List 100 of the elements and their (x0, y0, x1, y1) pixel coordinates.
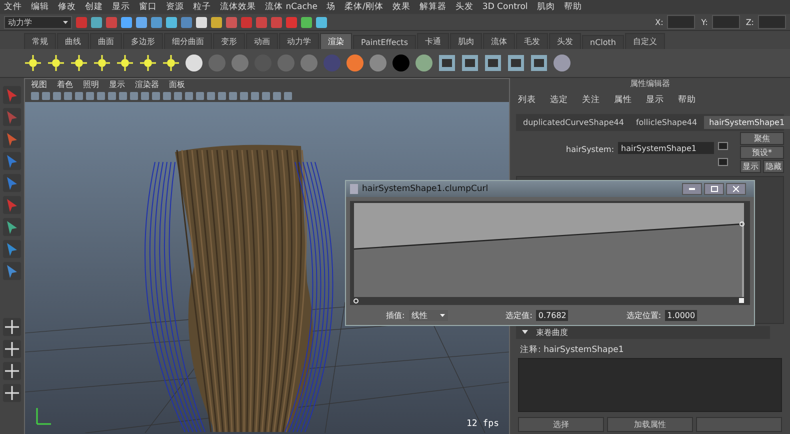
shelf-tab[interactable]: 动画 (246, 33, 278, 49)
tool-icon[interactable] (3, 218, 21, 236)
shelf-tab[interactable]: 卡通 (417, 33, 449, 49)
menu-item[interactable]: 粒子 (193, 1, 211, 13)
toolbar-tool-icon[interactable] (196, 16, 207, 28)
position-field[interactable]: 1.0000 (665, 310, 698, 320)
light-icon[interactable] (24, 54, 42, 72)
close-button[interactable] (726, 183, 746, 195)
coord-field[interactable] (758, 15, 786, 29)
light-icon[interactable] (70, 54, 88, 72)
tool-icon[interactable] (3, 196, 21, 214)
menu-item[interactable]: 解算器 (419, 1, 446, 13)
bottom-button[interactable] (696, 417, 782, 432)
menu-item[interactable]: 流体 nCache (265, 1, 318, 13)
tool-icon[interactable] (3, 108, 21, 126)
shelf-tab[interactable]: PaintEffects (353, 35, 416, 49)
menu-item[interactable]: 显示 (646, 94, 664, 106)
menu-item[interactable]: 帮助 (564, 1, 582, 13)
value-field[interactable]: 0.7682 (536, 310, 568, 320)
menu-item[interactable]: 柔体/刚体 (344, 1, 384, 13)
panel-menu-item[interactable]: 照明 (83, 79, 99, 90)
render-icon[interactable] (507, 54, 525, 72)
light-icon[interactable] (93, 54, 111, 72)
toolbar-tool-icon[interactable] (211, 16, 222, 28)
layout-icon[interactable] (3, 340, 21, 358)
sphere-icon[interactable] (553, 54, 571, 72)
light-icon[interactable] (162, 54, 180, 72)
bottom-button[interactable]: 加载属性 (607, 417, 693, 432)
shelf-tab[interactable]: 细分曲面 (164, 33, 212, 49)
menu-item[interactable]: 流体效果 (220, 1, 256, 13)
panel-button[interactable]: 预设* (740, 146, 784, 159)
menu-item[interactable]: 场 (326, 1, 336, 13)
panel-menu-item[interactable]: 着色 (57, 79, 73, 90)
panel-button[interactable]: 隐藏 (763, 160, 784, 173)
light-icon[interactable] (116, 54, 134, 72)
menu-item[interactable]: 列表 (518, 94, 536, 106)
render-icon[interactable] (530, 54, 548, 72)
shelf-tab[interactable]: 渲染 (320, 33, 352, 49)
menu-item[interactable]: 创建 (85, 1, 103, 13)
shelf-tab[interactable]: 流体 (483, 33, 515, 49)
section-header[interactable]: 束卷曲度 (516, 326, 770, 339)
toolbar-tool-icon[interactable] (136, 16, 147, 28)
layout-icon[interactable] (3, 362, 21, 380)
tool-icon[interactable] (3, 174, 21, 192)
shelf-tab[interactable]: 头发 (549, 33, 581, 49)
menu-item[interactable]: 编辑 (31, 1, 49, 13)
shelf-tab[interactable]: 毛发 (516, 33, 548, 49)
menu-item[interactable]: 3D Control (482, 2, 528, 12)
shelf-tab[interactable]: 常规 (24, 33, 56, 49)
layout-icon[interactable] (3, 318, 21, 336)
tool-icon[interactable] (3, 130, 21, 148)
toolbar-tool-icon[interactable] (301, 16, 312, 28)
tool-icon[interactable] (3, 86, 21, 104)
light-icon[interactable] (47, 54, 65, 72)
menu-item[interactable]: 修改 (58, 1, 76, 13)
toolbar-tool-icon[interactable] (316, 16, 327, 28)
shelf-tab[interactable]: 自定义 (624, 33, 665, 49)
shelf-tab[interactable]: 曲线 (57, 33, 89, 49)
toolbar-tool-icon[interactable] (151, 16, 162, 28)
menu-item[interactable]: 关注 (582, 94, 600, 106)
render-icon[interactable] (461, 54, 479, 72)
interpolation-dropdown[interactable]: 线性 (408, 310, 448, 320)
menu-item[interactable]: 帮助 (678, 94, 696, 106)
shelf-tab[interactable]: 多边形 (123, 33, 163, 49)
panel-menu-item[interactable]: 视图 (31, 79, 47, 90)
shelf-tab[interactable]: nCloth (582, 35, 624, 49)
menu-item[interactable]: 头发 (455, 1, 474, 13)
shelf-tab[interactable]: 肌肉 (450, 33, 482, 49)
toolbar-tool-icon[interactable] (91, 16, 102, 28)
panel-menu-item[interactable]: 渲染器 (135, 79, 159, 90)
menu-item[interactable]: 效果 (392, 1, 410, 13)
shelf-tab[interactable]: 曲面 (90, 33, 122, 49)
menu-item[interactable]: 文件 (4, 1, 22, 13)
node-tab[interactable]: hairSystemShape1 (704, 116, 790, 129)
maximize-button[interactable] (704, 183, 724, 195)
tool-icon[interactable] (3, 152, 21, 170)
layout-icon[interactable] (3, 384, 21, 402)
toolbar-tool-icon[interactable] (121, 16, 132, 28)
menu-item[interactable]: 选定 (550, 94, 568, 106)
menu-item[interactable]: 肌肉 (536, 1, 555, 13)
menu-item[interactable]: 窗口 (139, 1, 157, 13)
shelf-tab[interactable]: 变形 (213, 33, 245, 49)
input-connection-icon[interactable] (718, 142, 728, 150)
sphere-icon[interactable] (415, 54, 433, 72)
notes-field[interactable] (518, 358, 782, 412)
render-icon[interactable] (484, 54, 502, 72)
menu-item[interactable]: 显示 (112, 1, 130, 13)
sphere-icon[interactable] (185, 54, 203, 72)
sphere-icon[interactable] (346, 54, 364, 72)
mode-dropdown[interactable]: 动力学 (4, 16, 72, 28)
node-name-field[interactable]: hairSystemShape1 (618, 142, 714, 154)
render-icon[interactable] (438, 54, 456, 72)
tool-icon[interactable] (3, 262, 21, 280)
output-connection-icon[interactable] (718, 158, 728, 166)
light-icon[interactable] (139, 54, 157, 72)
coord-field[interactable] (712, 15, 740, 29)
menu-item[interactable]: 属性 (614, 94, 632, 106)
panel-menu-item[interactable]: 显示 (109, 79, 125, 90)
toolbar-tool-icon[interactable] (166, 16, 177, 28)
menu-item[interactable]: 资源 (166, 1, 184, 13)
